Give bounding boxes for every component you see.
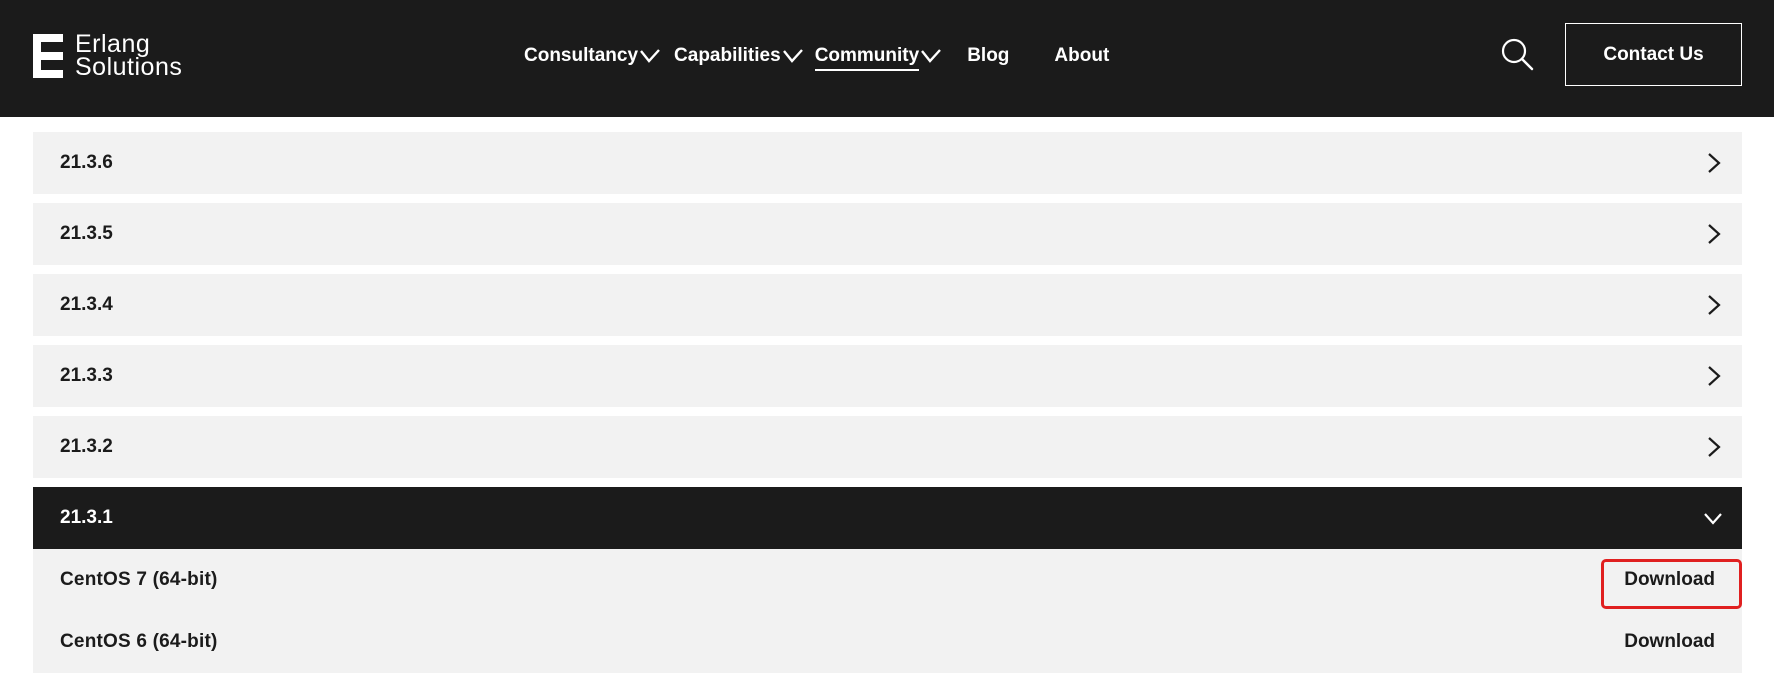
version-label: 21.3.1 [60,507,113,528]
logo-mark-icon [33,34,63,78]
nav-community-label: Community [814,45,920,71]
chevron-right-icon [1708,366,1721,386]
nav-about[interactable]: About [1054,45,1109,67]
chevron-down-icon [782,49,803,63]
version-label: 21.3.3 [60,365,113,386]
version-label: 21.3.4 [60,294,113,315]
accordion-row-21-3-3[interactable]: 21.3.3 [33,345,1742,407]
site-header: Erlang Solutions Consultancy Capabilitie… [0,0,1774,117]
download-row: CentOS 6 (64-bit) Download [33,611,1742,673]
chevron-right-icon [1708,224,1721,244]
erlang-solutions-logo[interactable]: Erlang Solutions [33,31,182,81]
contact-us-button[interactable]: Contact Us [1565,23,1742,86]
chevron-right-icon [1708,295,1721,315]
version-label: 21.3.5 [60,223,113,244]
nav-capabilities-label: Capabilities [674,45,781,66]
version-accordion: 21.3.6 21.3.5 21.3.4 21.3.3 21.3.2 21.3.… [33,132,1742,673]
download-link[interactable]: Download [1624,631,1715,653]
nav-about-label: About [1054,45,1110,66]
download-row: CentOS 7 (64-bit) Download [33,549,1742,611]
download-link[interactable]: Download [1624,569,1715,591]
chevron-down-icon [640,49,660,63]
version-label: 21.3.6 [60,152,113,173]
nav-consultancy[interactable]: Consultancy [524,45,662,67]
chevron-down-icon [921,49,942,63]
search-icon[interactable] [1499,36,1535,72]
version-label: 21.3.2 [60,436,113,457]
accordion-row-21-3-1[interactable]: 21.3.1 [33,487,1742,549]
nav-community[interactable]: Community [814,41,944,71]
accordion-body-21-3-1: CentOS 7 (64-bit) Download CentOS 6 (64-… [33,549,1742,673]
main-nav: Consultancy Capabilities Community Blog … [524,40,1109,72]
chevron-down-icon [1704,513,1722,525]
nav-consultancy-label: Consultancy [524,45,639,66]
nav-blog-label: Blog [967,45,1010,66]
accordion-row-21-3-2[interactable]: 21.3.2 [33,416,1742,478]
logo-text: Erlang Solutions [75,32,183,81]
logo-line-2: Solutions [75,53,183,81]
os-label: CentOS 7 (64-bit) [60,569,218,590]
chevron-right-icon [1708,437,1721,457]
accordion-row-21-3-6[interactable]: 21.3.6 [33,132,1742,194]
chevron-right-icon [1708,153,1721,173]
os-label: CentOS 6 (64-bit) [60,631,218,652]
accordion-row-21-3-5[interactable]: 21.3.5 [33,203,1742,265]
nav-capabilities[interactable]: Capabilities [674,45,805,67]
nav-blog[interactable]: Blog [967,45,1009,67]
accordion-row-21-3-4[interactable]: 21.3.4 [33,274,1742,336]
